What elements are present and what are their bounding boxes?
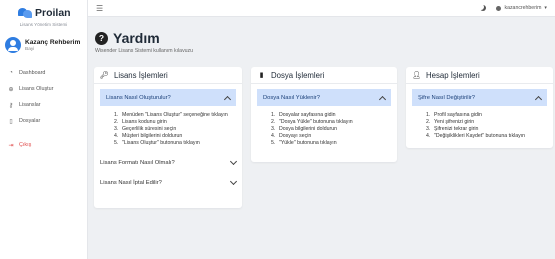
sidebar-item-label: Dashboard (19, 70, 46, 76)
brand[interactable]: Proilan (0, 0, 87, 20)
card-header: 🔑︎ Lisans İşlemleri (94, 67, 242, 84)
menu-toggle-icon[interactable]: ☰ (96, 4, 103, 13)
caret-down-icon: ▾ (544, 5, 547, 11)
account-operations-card: 👤︎ Hesap İşlemleri Şifre Nasıl Değiştiri… (406, 67, 553, 148)
accordion-file-upload[interactable]: Dosya Nasıl Yüklenir? (257, 89, 391, 106)
list-item: 5. "Lisans Oluştur" butonuna tıklayın (114, 140, 200, 146)
key-icon: 🔑︎ (100, 72, 109, 79)
file-icon: ▮ (259, 72, 264, 79)
list-item: 2. Lisans kodunu girin (114, 119, 167, 125)
list-item: 4. Müşteri bilgilerini doldurun (114, 133, 183, 139)
avatar-icon (5, 37, 21, 53)
sidebar-item-licenses[interactable]: ⚷ Lisanslar (0, 97, 87, 113)
list-item: 3. Şifrenizi tekrar girin (426, 126, 479, 132)
list-item: 5. "Yükle" butonuna tıklayın (271, 140, 337, 146)
page-header: ? Yardım Wisender Lisans Sistemi kullanı… (95, 30, 193, 54)
accordion-license-cancel[interactable]: Lisans Nasıl İptal Edilir? (94, 174, 242, 191)
sidebar-item-label: Çıkış (19, 142, 32, 148)
topbar-right: kazancrehberim ▾ (480, 5, 547, 11)
topbar: ☰ kazancrehberim ▾ (88, 0, 555, 17)
list-item: 2. "Dosya Yükle" butonuna tıklayın (271, 119, 353, 125)
accordion-password-change[interactable]: Şifre Nasıl Değiştirilir? (412, 89, 547, 106)
sidebar-item-label: Lisans Oluştur (19, 86, 54, 92)
sidebar-item-label: Lisanslar (19, 102, 41, 108)
file-icon: ▯ (9, 118, 13, 125)
sidebar-item-label: Dosyalar (19, 118, 41, 124)
user-role: Bayi (25, 46, 35, 52)
list-item: 2. Yeni şifrenizi girin (426, 119, 475, 125)
logout-icon: ⇥ (8, 142, 14, 149)
dark-mode-moon-icon[interactable] (480, 5, 486, 11)
chat-bubbles-logo-icon (18, 7, 32, 19)
page-subtitle: Wisender Lisans Sistemi kullanım kılavuz… (95, 48, 194, 54)
sidebar-nav: ◔ Dashboard ⊕ Lisans Oluştur ⚷ Lisanslar… (0, 65, 87, 153)
chevron-down-icon (229, 177, 238, 185)
chevron-up-icon (534, 95, 543, 103)
user-menu-dropdown[interactable]: kazancrehberim ▾ (496, 5, 547, 11)
accordion-question: Dosya Nasıl Yüklenir? (263, 94, 320, 101)
file-operations-card: ▮ Dosya İşlemleri Dosya Nasıl Yüklenir? … (251, 67, 397, 162)
list-item: 1. Menüden "Lisans Oluştur" seçeneğine tı… (114, 112, 228, 118)
user-icon (496, 5, 502, 11)
key-icon: ⚷ (8, 102, 14, 109)
speedometer-icon: ◔ (9, 70, 13, 76)
accordion-body: 1. Dosyalar sayfasına gidin 2. "Dosya Yükl… (251, 106, 397, 153)
sidebar-item-dashboard[interactable]: ◔ Dashboard (0, 65, 87, 81)
card-header: 👤︎ Hesap İşlemleri (406, 67, 553, 84)
accordion-body: 1. Menüden "Lisans Oluştur" seçeneğine tı… (94, 106, 242, 153)
list-item: 1. Dosyalar sayfasına gidin (271, 112, 336, 118)
accordion-body: 1. Profil sayfasına gidin 2. Yeni şifreniz… (406, 106, 553, 146)
sidebar-item-create-license[interactable]: ⊕ Lisans Oluştur (0, 81, 87, 97)
user-panel: Kazanç Rehberim Bayi (0, 27, 87, 53)
accordion-question: Lisans Formatı Nasıl Olmalı? (100, 159, 175, 166)
accordion-license-format[interactable]: Lisans Formatı Nasıl Olmalı? (94, 154, 242, 171)
chevron-up-icon (378, 95, 387, 103)
license-operations-card: 🔑︎ Lisans İşlemleri Lisans Nasıl Oluştur… (94, 67, 242, 208)
chevron-up-icon (223, 95, 232, 103)
card-header: ▮ Dosya İşlemleri (251, 67, 397, 84)
question-circle-icon: ? (95, 31, 108, 45)
accordion-question: Lisans Nasıl Oluşturulur? (106, 94, 171, 101)
card-title: Hesap İşlemleri (426, 70, 480, 80)
accordion-question: Şifre Nasıl Değiştirilir? (418, 94, 476, 101)
accordion-license-create[interactable]: Lisans Nasıl Oluşturulur? (100, 89, 236, 106)
user-menu-name: kazancrehberim (504, 5, 542, 11)
sidebar-item-files[interactable]: ▯ Dosyalar (0, 113, 87, 129)
list-item: 4. "Değişiklikleri Kaydet" butonuna tıkla… (426, 133, 526, 139)
sidebar-item-logout[interactable]: ⇥ Çıkış (0, 137, 87, 153)
accordion-question: Lisans Nasıl İptal Edilir? (100, 179, 162, 186)
plus-circle-icon: ⊕ (8, 86, 14, 93)
list-item: 3. Dosya bilgilerini doldurun (271, 126, 337, 132)
card-title: Dosya İşlemleri (271, 70, 325, 80)
user-name: Kazanç Rehberim (25, 38, 81, 46)
list-item: 3. Geçerlilik süresini seçin (114, 126, 177, 132)
card-title: Lisans İşlemleri (114, 70, 168, 80)
list-item: 4. Dosyayı seçin (271, 133, 312, 139)
brand-name: Proilan (35, 6, 71, 19)
chevron-down-icon (229, 157, 238, 165)
page-title: Yardım (113, 30, 160, 46)
list-item: 1. Profil sayfasına gidin (426, 112, 482, 118)
sidebar: Proilan Lisans Yönetim Sistemi Kazanç Re… (0, 0, 88, 259)
user-icon: 👤︎ (412, 72, 421, 79)
